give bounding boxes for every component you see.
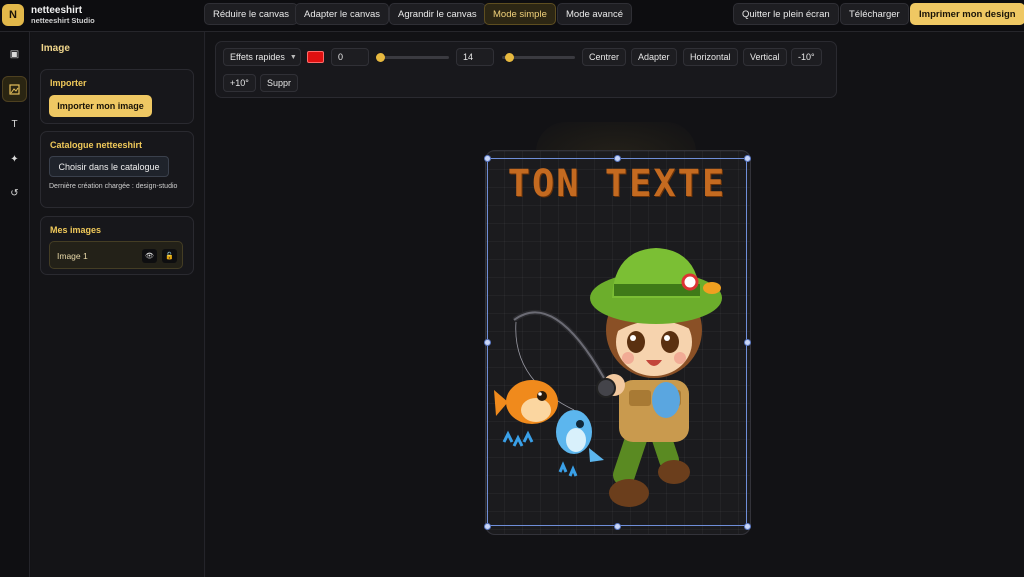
resize-handle-top-left[interactable] (484, 155, 491, 162)
catalogue-title: Catalogue netteeshirt (50, 140, 143, 150)
unlock-icon[interactable]: 🔓 (162, 249, 177, 263)
sparkle-icon[interactable]: ✦ (2, 146, 27, 172)
my-images-card: Mes images Image 1 👁 🔓 (40, 216, 194, 275)
resize-handle-left[interactable] (484, 339, 491, 346)
chevron-down-icon: ▼ (289, 53, 297, 61)
quick-effects-select[interactable]: Effets rapides ▼ (223, 48, 301, 66)
image-icon[interactable] (2, 76, 27, 102)
text-icon[interactable]: T (2, 111, 27, 137)
fit-button[interactable]: Adapter (631, 48, 677, 66)
value-input-2[interactable]: 14 (456, 48, 494, 66)
tool-rail: ▣ T ✦ ↺ (0, 32, 30, 577)
panel-title: Image (41, 43, 70, 54)
my-images-title: Mes images (50, 225, 102, 235)
eye-icon[interactable]: 👁 (142, 249, 157, 263)
resize-handle-right[interactable] (744, 339, 751, 346)
value-input-1[interactable]: 0 (331, 48, 369, 66)
center-button[interactable]: Centrer (582, 48, 627, 66)
resize-handle-top-right[interactable] (744, 155, 751, 162)
import-card: Importer Importer mon image (40, 69, 194, 124)
slider-1-knob[interactable] (376, 53, 385, 62)
image-toolbar: Effets rapides ▼ 0 14 Centrer Adapter Hor… (215, 41, 837, 98)
resize-handle-top[interactable] (614, 155, 621, 162)
slider-2-knob[interactable] (505, 53, 515, 62)
color-swatch[interactable] (307, 51, 324, 63)
slider-1[interactable] (376, 53, 449, 62)
resize-handle-bottom-left[interactable] (484, 523, 491, 530)
advanced-mode-button[interactable]: Mode avancé (557, 3, 633, 25)
flip-vertical-button[interactable]: Vertical (743, 48, 787, 66)
brand-name: netteeshirt (31, 5, 83, 16)
workspace: Effets rapides ▼ 0 14 Centrer Adapter Hor… (206, 32, 1024, 577)
rotate-minus-button[interactable]: -10° (791, 48, 822, 66)
slider-2[interactable] (502, 53, 575, 62)
enlarge-canvas-button[interactable]: Agrandir le canvas (389, 3, 486, 25)
import-image-button[interactable]: Importer mon image (49, 95, 152, 117)
resize-handle-bottom-right[interactable] (744, 523, 751, 530)
quick-effects-label: Effets rapides (230, 52, 285, 62)
app-header: N netteeshirt netteeshirt Studio Réduire… (0, 0, 1024, 32)
list-item[interactable]: Image 1 👁 🔓 (49, 241, 183, 269)
rotate-plus-button[interactable]: +10° (223, 74, 256, 92)
brand-subtitle: netteeshirt Studio (31, 16, 95, 25)
fit-canvas-button[interactable]: Adapter le canvas (295, 3, 390, 25)
image-item-label: Image 1 (57, 251, 88, 261)
catalogue-card: Catalogue netteeshirt Choisir dans le ca… (40, 131, 194, 208)
download-button[interactable]: Télécharger (840, 3, 909, 25)
image-icon-glyph (9, 83, 20, 95)
resize-handle-bottom[interactable] (614, 523, 621, 530)
import-title: Importer (50, 78, 87, 88)
exit-fullscreen-button[interactable]: Quitter le plein écran (733, 3, 839, 25)
simple-mode-button[interactable]: Mode simple (484, 3, 556, 25)
last-creation-note: Dernière création chargée : design-studi… (49, 183, 178, 190)
reduce-canvas-button[interactable]: Réduire le canvas (204, 3, 299, 25)
choose-catalogue-button[interactable]: Choisir dans le catalogue (49, 156, 169, 177)
selection-box[interactable] (487, 158, 747, 526)
print-design-button[interactable]: Imprimer mon design (910, 3, 1024, 25)
logo-badge: N (2, 4, 24, 26)
layers-icon[interactable]: ▣ (2, 41, 27, 67)
delete-button[interactable]: Suppr (260, 74, 299, 92)
image-panel: Image Importer Importer mon image Catalo… (31, 32, 205, 577)
flip-horizontal-button[interactable]: Horizontal (683, 48, 738, 66)
history-icon[interactable]: ↺ (2, 180, 27, 206)
